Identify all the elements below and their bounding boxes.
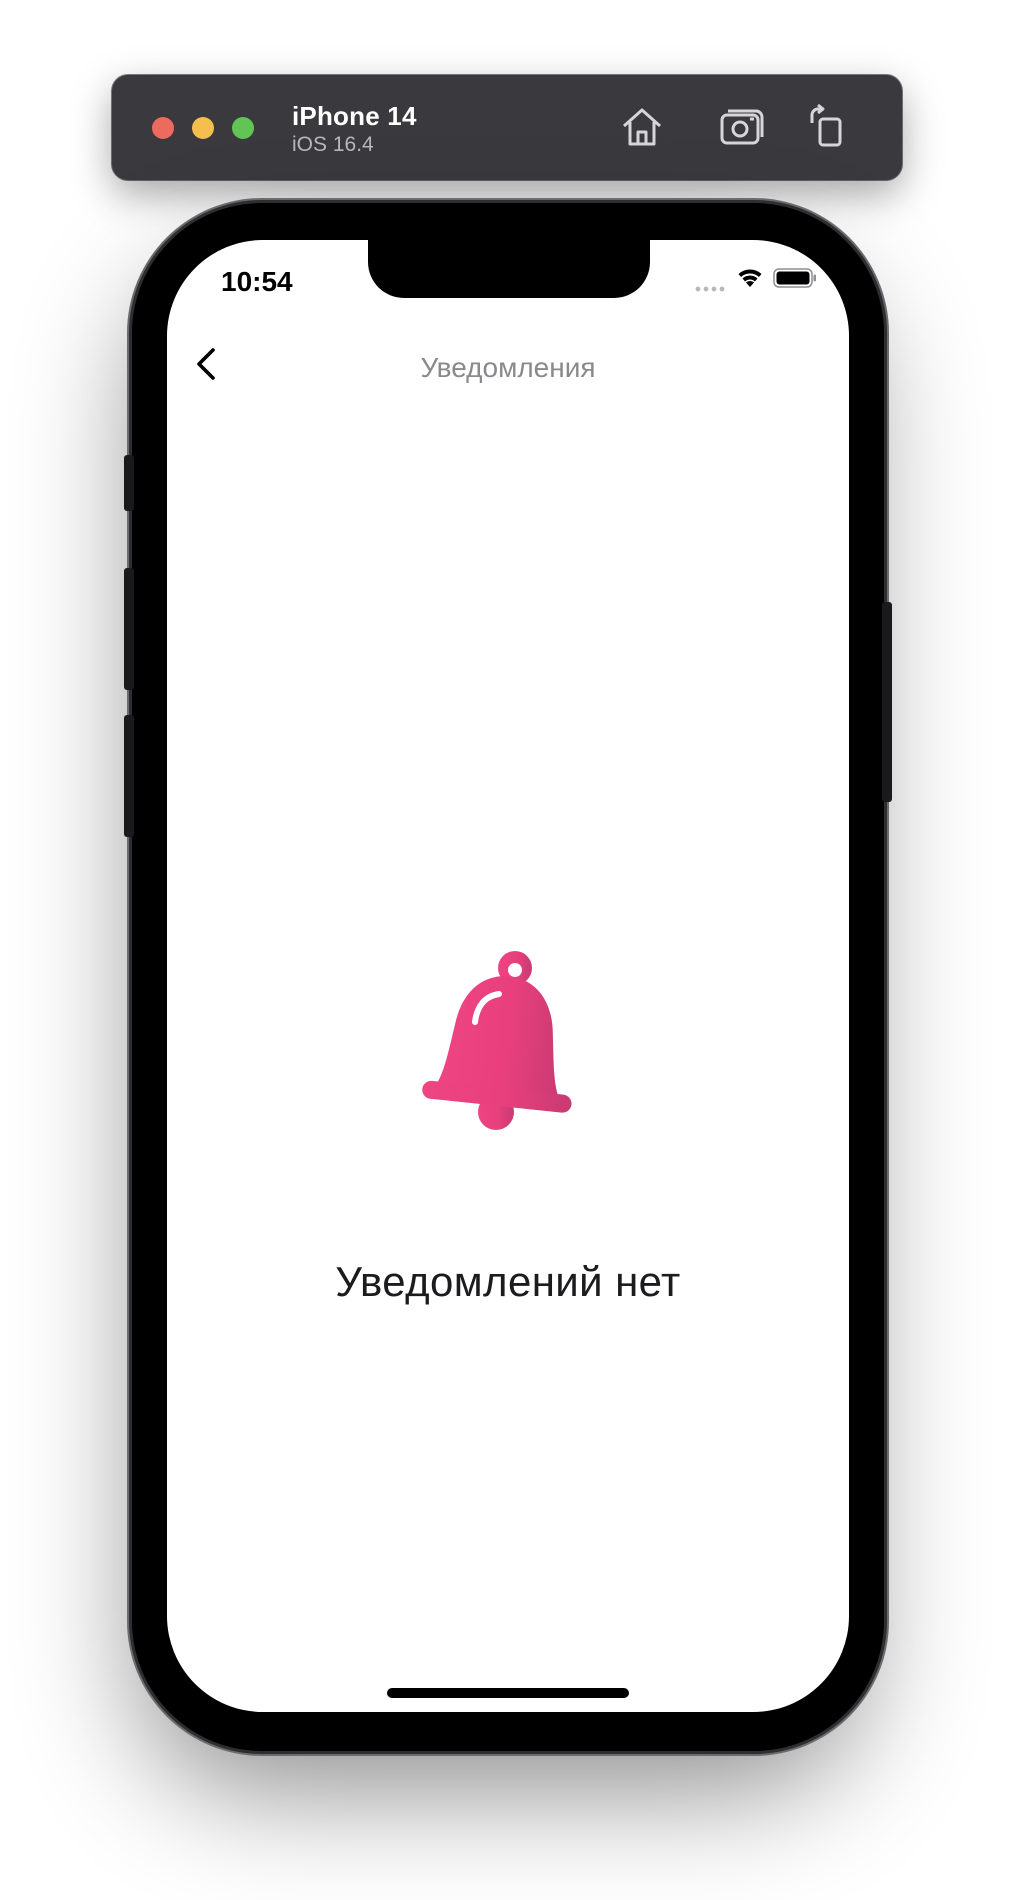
os-version: iOS 16.4 [292, 133, 374, 156]
screenshot-icon[interactable] [716, 101, 768, 153]
volume-up-button [124, 568, 134, 690]
cellular-signal-icon [695, 286, 725, 292]
battery-icon [773, 268, 816, 288]
bell-icon [422, 951, 572, 1130]
wifi-icon [738, 269, 762, 287]
home-icon[interactable] [616, 101, 668, 153]
app-screen: 10:54 Уведомления Уведомлений нет [167, 240, 849, 1712]
empty-state-message: Уведомлений нет [335, 1258, 681, 1305]
volume-down-button [124, 715, 134, 837]
close-window-button[interactable] [152, 117, 174, 139]
device-name: iPhone 14 [292, 101, 417, 131]
minimize-window-button[interactable] [192, 117, 214, 139]
simulator-title-bar: iPhone 14 iOS 16.4 [112, 75, 902, 180]
ring-switch [124, 455, 134, 511]
rotate-icon[interactable] [804, 101, 856, 153]
status-time: 10:54 [221, 266, 293, 297]
power-button [882, 602, 892, 802]
zoom-window-button[interactable] [232, 117, 254, 139]
home-indicator[interactable] [387, 1688, 629, 1698]
page-title: Уведомления [420, 352, 596, 383]
notch [368, 240, 650, 298]
